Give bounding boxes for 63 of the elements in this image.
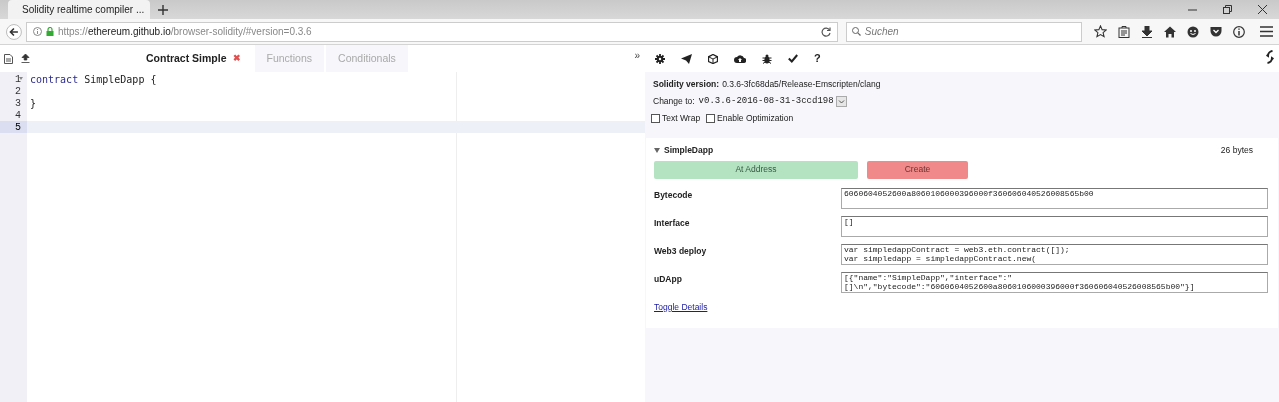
field-label: Web3 deploy <box>654 244 708 258</box>
menu-icon[interactable] <box>1260 26 1273 37</box>
paper-plane-icon[interactable] <box>681 53 692 64</box>
change-to-label: Change to: <box>653 95 695 108</box>
cube-icon[interactable] <box>708 53 718 64</box>
toggle-details-link[interactable]: Toggle Details <box>654 300 708 314</box>
settings-icon[interactable] <box>655 53 665 64</box>
search-field[interactable]: Suchen <box>845 21 1082 42</box>
code-line: } <box>30 96 37 111</box>
clipboard-icon[interactable] <box>1118 25 1130 38</box>
checkbox[interactable] <box>706 114 716 124</box>
code-line: contract SimpleDapp { <box>30 72 157 87</box>
info-icon[interactable] <box>1233 25 1245 38</box>
checkbox[interactable] <box>651 114 660 124</box>
address-field[interactable]: https://ethereum.github.io/browser-solidity/#version=0.3.6 <box>25 21 838 42</box>
contract-size: 26 bytes <box>1220 144 1253 157</box>
expand-caret-icon[interactable] <box>654 147 660 153</box>
version-value: 0.3.6-3fc68da5/Release-Emscripten/clang <box>722 78 881 91</box>
refresh-icon[interactable] <box>1266 50 1274 64</box>
line-number: 4 <box>14 109 22 121</box>
help-glyph[interactable]: ? <box>814 50 821 67</box>
output-textarea[interactable]: [{"name":"SimpleDapp","interface":" []\n","bytecode":"6060604052600a8060106000396000f360606040526008565b00"}] <box>841 271 1268 293</box>
file-icon[interactable] <box>4 53 13 64</box>
close-glyph[interactable]: ✖ <box>232 51 241 66</box>
tab-title: Solidity realtime compiler ... <box>22 3 145 17</box>
field-label: uDApp <box>654 272 683 286</box>
collapse-glyph[interactable]: » <box>634 48 640 63</box>
star-icon[interactable] <box>1094 25 1107 38</box>
line-number: 5 <box>0 121 27 133</box>
output-textarea[interactable]: var simpledappContract = web3.eth.contract([]); var simpledapp = simpledappContract.new( <box>841 243 1268 265</box>
field-label: Interface <box>654 216 691 230</box>
home-icon[interactable] <box>1164 25 1176 38</box>
smiley-icon[interactable] <box>1187 25 1199 38</box>
dropdown-icon[interactable] <box>835 96 847 107</box>
back-icon[interactable] <box>6 23 22 40</box>
pocket-icon[interactable] <box>1210 25 1222 38</box>
close-icon[interactable] <box>1258 5 1267 14</box>
search-icon <box>851 27 861 36</box>
upload-icon[interactable] <box>21 54 30 63</box>
contract-name: SimpleDapp <box>664 144 714 157</box>
reload-icon[interactable] <box>820 26 831 37</box>
line-number: 1 <box>14 73 24 85</box>
at-address-button[interactable]: At Address <box>654 160 858 179</box>
padlock-icon <box>45 27 54 36</box>
line-number: 2 <box>14 85 22 97</box>
output-textarea[interactable]: [] <box>841 215 1268 237</box>
field-label: Bytecode <box>654 188 694 202</box>
download-icon[interactable] <box>1141 25 1153 38</box>
search-placeholder: Suchen <box>864 25 899 39</box>
new-tab-icon[interactable] <box>158 5 168 15</box>
version-select[interactable]: v0.3.6-2016-08-31-3ccd198 <box>698 94 847 109</box>
bug-icon[interactable] <box>762 53 772 64</box>
checkbox-option[interactable]: Enable Optimization <box>706 112 794 125</box>
restore-icon[interactable] <box>1223 5 1232 14</box>
cloud-upload-icon[interactable] <box>734 53 746 64</box>
line-number: 3 <box>14 97 22 109</box>
url-text: https://ethereum.github.io/browser-solidity/#version=0.3.6 <box>57 25 312 39</box>
checkmark-icon[interactable] <box>788 54 798 63</box>
version-label: Solidity version: <box>653 78 720 91</box>
browser-tab[interactable]: Solidity realtime compiler ... <box>8 0 150 19</box>
create-button[interactable]: Create <box>867 160 968 179</box>
output-textarea[interactable]: 6060604052600a8060106000396000f360606040526008565b00 <box>841 187 1268 209</box>
checkbox-option[interactable]: Text Wrap <box>651 112 701 125</box>
